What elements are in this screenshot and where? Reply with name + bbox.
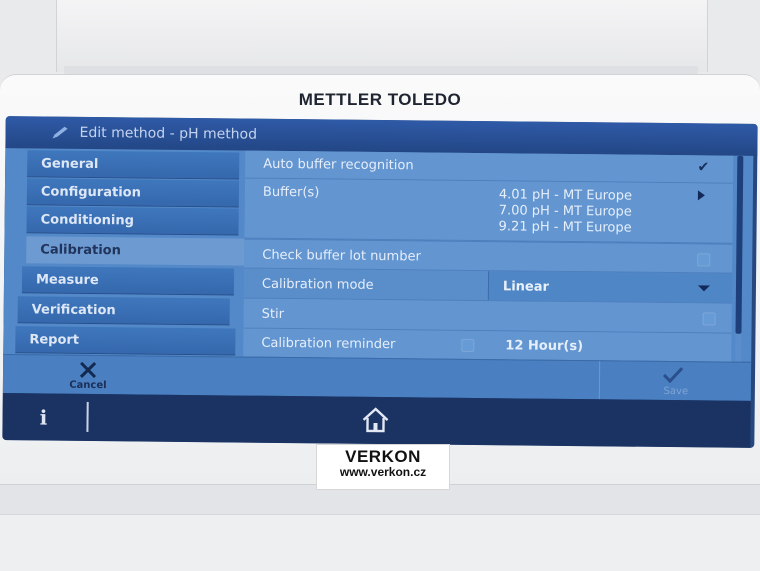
arrow-right-icon [697, 190, 705, 201]
sidebar-item-label: Conditioning [40, 212, 135, 229]
sidebar-item-label: Report [29, 332, 80, 348]
distributor-sticker: VERKON www.verkon.cz [316, 444, 450, 490]
sidebar-item-calibration[interactable]: Calibration [26, 236, 245, 266]
content-area: General Configuration Conditioning Calib… [3, 148, 754, 362]
stir-checkbox[interactable] [702, 312, 716, 326]
check-lot-checkbox[interactable] [697, 253, 711, 267]
sidebar-item-measure[interactable]: Measure [21, 266, 235, 296]
device-top-lip [64, 66, 698, 74]
calibration-mode-select[interactable]: Linear [487, 271, 733, 303]
stir-label: Stir [261, 306, 285, 322]
info-button[interactable]: i [36, 405, 50, 429]
touch-screen: Edit method - pH method General Configur… [2, 116, 758, 448]
scrollbar-thumb[interactable] [735, 155, 744, 334]
buffers-label: Buffer(s) [262, 184, 320, 201]
calibration-mode-label: Calibration mode [261, 276, 374, 293]
page-title: Edit method - pH method [79, 124, 258, 143]
sidebar-item-report[interactable]: Report [15, 326, 236, 356]
sidebar-item-label: Calibration [40, 242, 121, 259]
buffers-row[interactable]: Buffer(s) 4.01 pH - MT Europe 7.00 pH - … [244, 178, 734, 244]
device-top-housing [56, 0, 708, 72]
auto-buffer-label: Auto buffer recognition [263, 156, 414, 174]
reminder-label: Calibration reminder [261, 335, 396, 353]
footer-divider [86, 401, 89, 432]
sidebar-item-label: Measure [35, 272, 99, 289]
check-lot-label: Check buffer lot number [262, 247, 421, 265]
sidebar-item-general[interactable]: General [27, 150, 240, 180]
sidebar-item-label: Verification [31, 302, 116, 319]
reminder-checkbox[interactable] [461, 338, 475, 352]
buffer-value: 9.21 pH - MT Europe [498, 219, 632, 236]
footer-bar: i [2, 393, 751, 448]
home-icon[interactable] [360, 406, 390, 434]
sticker-url: www.verkon.cz [339, 465, 427, 479]
sidebar-item-label: General [41, 156, 99, 173]
checkmark-icon [662, 367, 684, 384]
info-icon: i [39, 405, 48, 430]
buffer-values: 4.01 pH - MT Europe 7.00 pH - MT Europe … [498, 187, 633, 236]
buffer-value: 4.01 pH - MT Europe [498, 187, 633, 204]
checkmark-icon: ✔ [697, 159, 710, 176]
cancel-button[interactable]: Cancel [53, 356, 123, 395]
sidebar-item-configuration[interactable]: Configuration [26, 178, 240, 208]
method-sections-nav: General Configuration Conditioning Calib… [3, 148, 245, 356]
calibration-mode-value: Linear [502, 279, 550, 295]
brand-logo: METTLER TOLEDO [298, 90, 462, 109]
sticker-name: VERKON [345, 447, 421, 466]
cancel-label: Cancel [69, 379, 107, 392]
sidebar-item-verification[interactable]: Verification [17, 296, 230, 326]
chevron-down-icon [697, 285, 710, 292]
pencil-icon [52, 126, 68, 139]
calibration-settings: Auto buffer recognition ✔ Buffer(s) 4.01… [239, 150, 735, 362]
buffer-value: 7.00 pH - MT Europe [498, 203, 632, 220]
sidebar-item-label: Configuration [40, 184, 141, 201]
save-label: Save [663, 385, 689, 398]
close-icon [79, 361, 97, 379]
sidebar-item-conditioning[interactable]: Conditioning [26, 206, 239, 236]
device-base-lower [0, 514, 760, 571]
reminder-value[interactable]: 12 Hour(s) [505, 338, 583, 354]
save-button[interactable]: Save [598, 361, 753, 401]
